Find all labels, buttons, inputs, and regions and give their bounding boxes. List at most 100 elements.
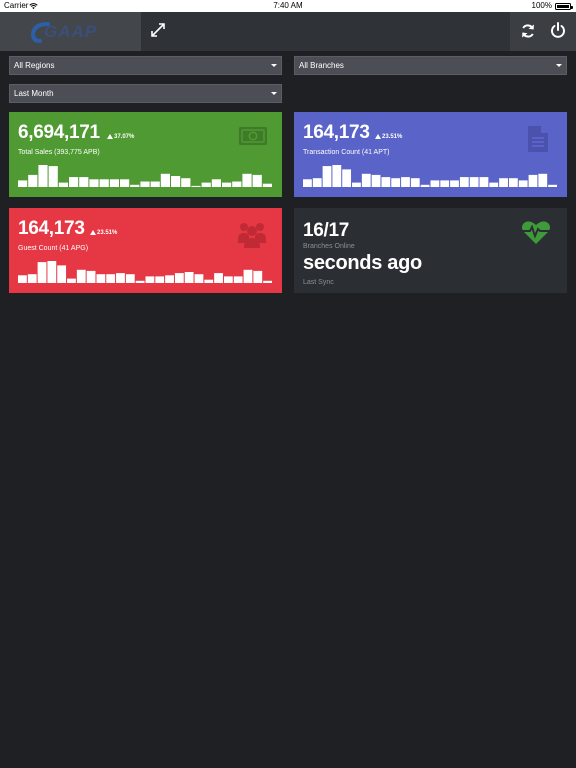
guest-count-card[interactable]: 164,173 23.51% Guest Count (41 APG) bbox=[9, 208, 282, 293]
users-icon bbox=[238, 223, 266, 248]
sparkline-bar bbox=[174, 273, 184, 283]
sparkline-bar bbox=[120, 179, 130, 187]
sparkline-bar bbox=[322, 166, 332, 187]
sparkline-bar bbox=[381, 177, 391, 187]
sparkline-bar bbox=[27, 274, 37, 283]
sparkline-bar bbox=[332, 165, 342, 187]
sparkline-bar bbox=[253, 270, 263, 283]
sparkline-bar bbox=[508, 178, 518, 187]
sparkline-bar bbox=[67, 278, 76, 283]
sparkline-bar bbox=[440, 180, 450, 187]
sparkline-bar bbox=[469, 177, 479, 187]
sparkline-bar bbox=[214, 273, 223, 283]
sparkline-bar bbox=[499, 178, 508, 187]
sparkline-bar bbox=[194, 274, 204, 283]
sparkline-bar bbox=[18, 180, 28, 187]
total-sales-label: Total Sales (393,775 APB) bbox=[18, 149, 100, 156]
sparkline-bar bbox=[391, 178, 401, 187]
total-sales-change-value: 37.07% bbox=[114, 134, 135, 140]
sparkline-bar bbox=[303, 179, 312, 187]
sparkline-bar bbox=[140, 181, 150, 187]
period-select[interactable]: Last Month bbox=[9, 84, 282, 103]
sparkline-bar bbox=[150, 181, 160, 187]
branches-online-label: Branches Online bbox=[303, 243, 355, 250]
sparkline-bar bbox=[262, 183, 272, 187]
arrow-up-icon bbox=[375, 134, 381, 139]
sparkline-bar bbox=[171, 176, 181, 187]
sparkline-bar bbox=[242, 173, 252, 187]
arrow-up-icon bbox=[107, 134, 113, 139]
sparkline-bar bbox=[201, 182, 211, 187]
sparkline-bar bbox=[58, 182, 68, 187]
region-select-value: All Regions bbox=[14, 61, 55, 70]
sparkline-bar bbox=[222, 182, 232, 187]
sparkline-bar bbox=[76, 269, 86, 283]
sparkline-bar bbox=[99, 179, 109, 187]
sparkline-bar bbox=[125, 274, 135, 283]
sparkline-bar bbox=[47, 261, 57, 283]
sparkline-bar bbox=[109, 179, 119, 187]
sparkline-bar bbox=[361, 173, 371, 187]
total-sales-sparkline bbox=[18, 165, 272, 187]
sparkline-bar bbox=[18, 275, 27, 283]
sparkline-bar bbox=[489, 182, 499, 187]
sparkline-bar bbox=[312, 178, 322, 187]
logo-text: GAAP bbox=[44, 22, 98, 41]
transaction-count-sparkline bbox=[303, 165, 557, 187]
sparkline-bar bbox=[410, 178, 420, 187]
transaction-count-value: 164,173 bbox=[303, 122, 370, 143]
sparkline-bar bbox=[130, 184, 140, 187]
sparkline-bar bbox=[342, 169, 352, 187]
sparkline-bar bbox=[204, 279, 214, 283]
expand-icon[interactable] bbox=[150, 22, 166, 38]
guest-count-change: 23.51% bbox=[90, 230, 117, 236]
battery-icon bbox=[555, 3, 573, 10]
branch-select[interactable]: All Branches bbox=[294, 56, 567, 75]
sparkline-bar bbox=[160, 173, 170, 187]
sparkline-bar bbox=[37, 262, 47, 283]
branches-online-card[interactable]: 16/17 Branches Online seconds ago Last S… bbox=[294, 208, 567, 293]
money-icon bbox=[239, 127, 267, 145]
logo: GAAP bbox=[0, 12, 141, 51]
sparkline-bar bbox=[106, 274, 116, 283]
sparkline-bar bbox=[223, 276, 233, 283]
last-sync-value: seconds ago bbox=[303, 252, 422, 274]
heart-pulse-icon bbox=[522, 221, 550, 244]
branch-select-value: All Branches bbox=[299, 61, 344, 70]
header-actions bbox=[510, 12, 576, 51]
transaction-count-card[interactable]: 164,173 23.51% Transaction Count (41 APT… bbox=[294, 112, 567, 197]
period-select-value: Last Month bbox=[14, 89, 54, 98]
battery-percentage: 100% bbox=[531, 1, 552, 10]
sparkline-bar bbox=[420, 184, 430, 187]
sparkline-bar bbox=[191, 185, 201, 187]
refresh-icon[interactable] bbox=[520, 23, 536, 39]
total-sales-change: 37.07% bbox=[107, 134, 134, 140]
status-bar: Carrier 7:40 AM 100% bbox=[0, 0, 576, 12]
transaction-count-change: 23.51% bbox=[375, 134, 402, 140]
document-icon bbox=[528, 126, 548, 152]
guest-count-value: 164,173 bbox=[18, 218, 85, 239]
chevron-down-icon bbox=[271, 64, 277, 67]
sparkline-bar bbox=[155, 276, 165, 283]
sparkline-bar bbox=[243, 269, 253, 283]
sparkline-bar bbox=[263, 280, 272, 283]
total-sales-value: 6,694,171 bbox=[18, 122, 100, 143]
sparkline-bar bbox=[184, 272, 194, 283]
sparkline-bar bbox=[479, 177, 489, 187]
sparkline-bar bbox=[528, 174, 538, 187]
guest-count-label: Guest Count (41 APG) bbox=[18, 245, 89, 252]
sparkline-bar bbox=[430, 180, 440, 187]
sparkline-bar bbox=[96, 274, 106, 283]
power-icon[interactable] bbox=[550, 22, 566, 38]
sparkline-bar bbox=[459, 177, 469, 187]
sparkline-bar bbox=[89, 179, 99, 187]
sparkline-bar bbox=[538, 173, 548, 187]
sparkline-bar bbox=[57, 265, 67, 283]
total-sales-card[interactable]: 6,694,171 37.07% Total Sales (393,775 AP… bbox=[9, 112, 282, 197]
sparkline-bar bbox=[48, 166, 58, 187]
sparkline-bar bbox=[116, 273, 125, 283]
chevron-down-icon bbox=[556, 64, 562, 67]
region-select[interactable]: All Regions bbox=[9, 56, 282, 75]
transaction-count-change-value: 23.51% bbox=[382, 134, 403, 140]
sparkline-bar bbox=[28, 174, 38, 187]
